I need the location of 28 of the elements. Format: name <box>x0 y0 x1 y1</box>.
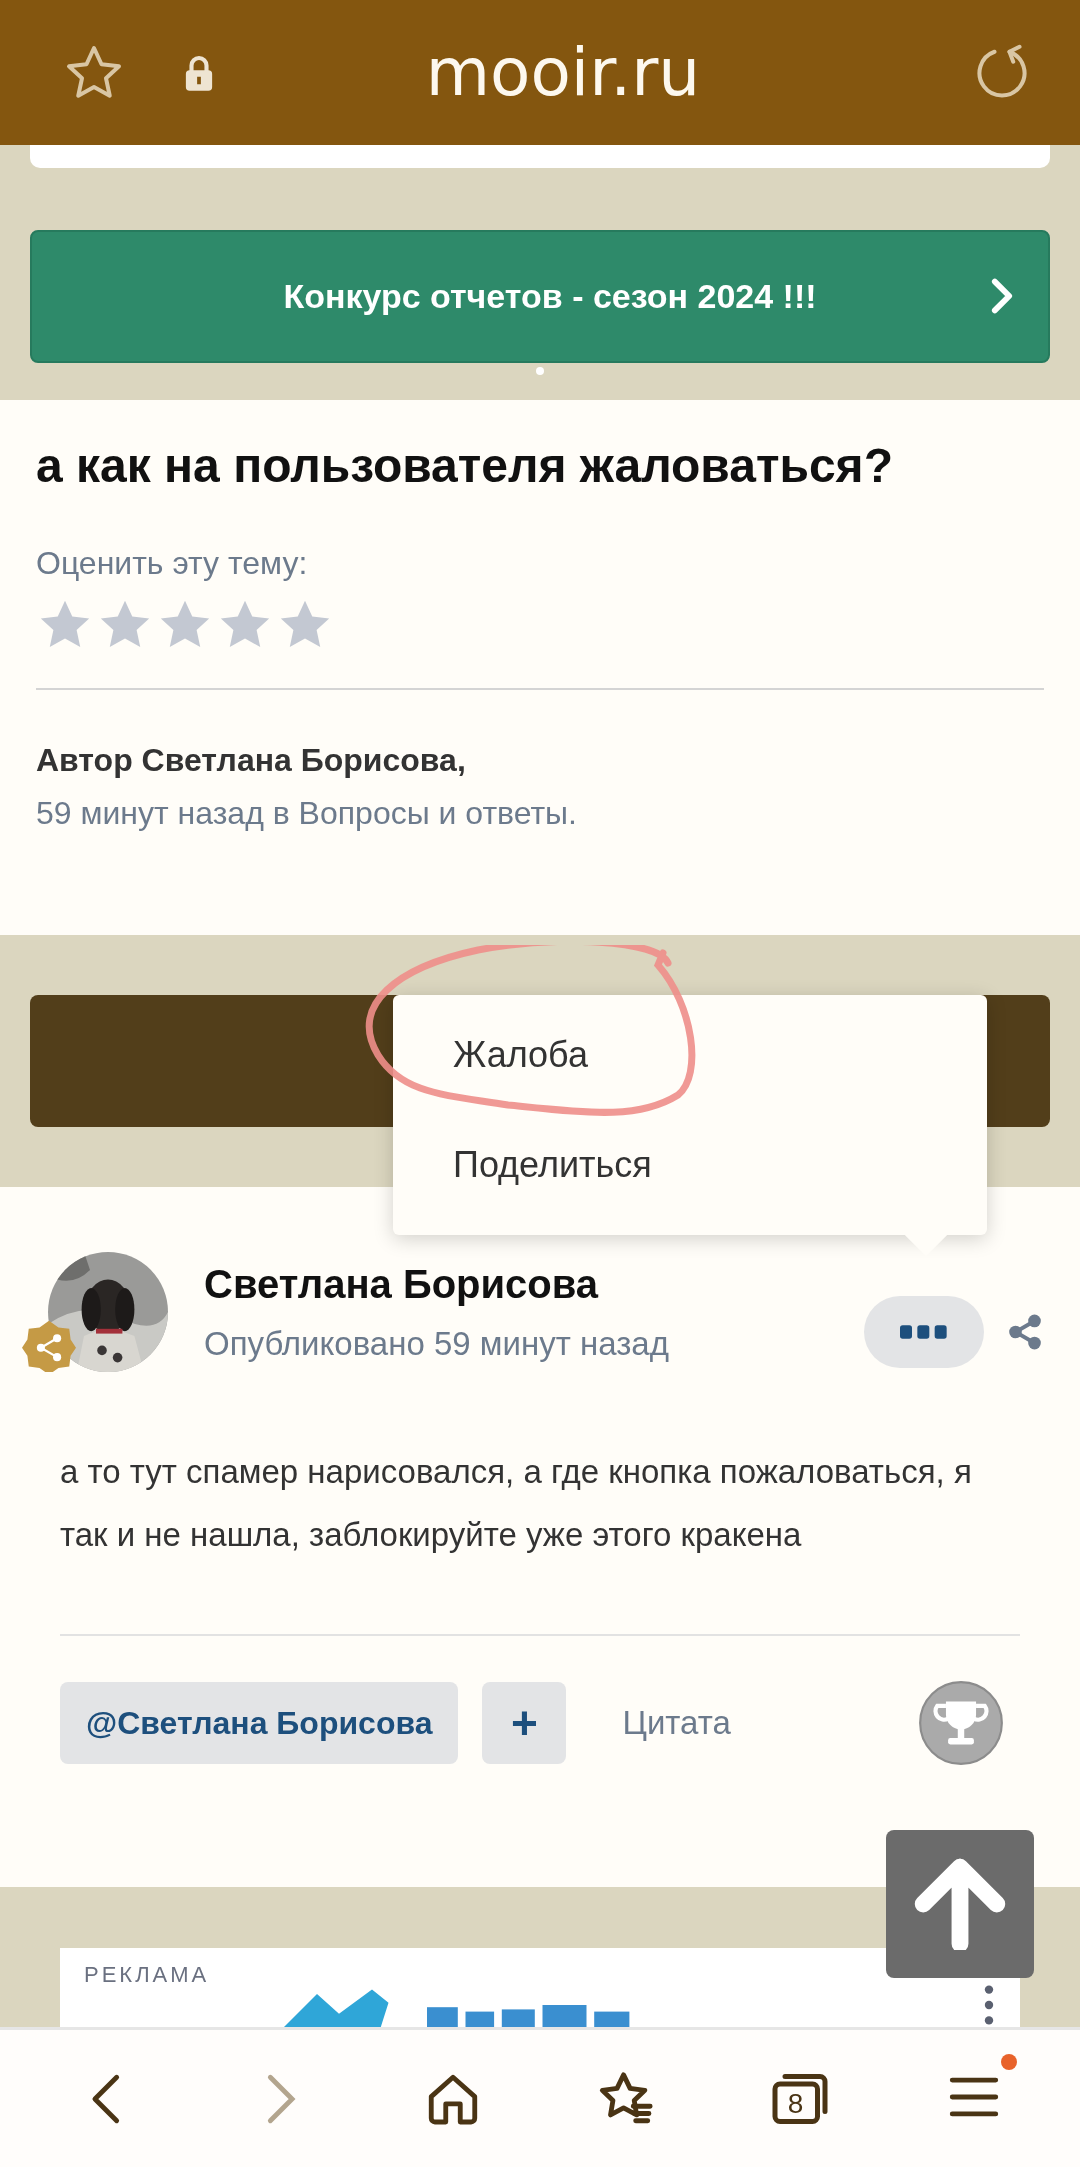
rating-label: Оценить эту тему: <box>36 545 309 583</box>
trophy-icon[interactable] <box>918 1680 1004 1766</box>
topic-meta: 59 минут назад в Вопросы и ответы. <box>36 795 578 833</box>
menu-item[interactable]: Поделиться <box>393 1115 987 1225</box>
plus-button[interactable]: + <box>482 1682 567 1764</box>
lock-icon <box>184 53 214 92</box>
badge-icon <box>22 1318 76 1372</box>
tabs-button[interactable]: 8 <box>769 2068 830 2129</box>
contest-banner[interactable]: Конкурс отчетов - сезон 2024 !!! <box>30 230 1050 363</box>
published-time: Опубликовано 59 минут назад <box>204 1324 670 1363</box>
pager-dot <box>536 367 544 375</box>
author-name[interactable]: Светлана Борисова <box>204 1261 864 1307</box>
post-text: а то тут спамер нарисовался, а где кнопка пожаловаться, я так и не нашла, заблокируйте уже этого кракена <box>60 1452 973 1555</box>
share-icon[interactable] <box>1006 1313 1044 1351</box>
topic-title: а как на пользователя жаловаться? <box>36 438 894 494</box>
ad-card[interactable]: РЕКЛАМА <box>60 1948 1020 2027</box>
menu-item[interactable]: Жалоба <box>393 1005 987 1115</box>
banner-text: Конкурс отчетов - сезон 2024 !!! <box>283 277 817 316</box>
chevron-right-icon <box>990 278 1014 314</box>
ellipsis-icon <box>900 1325 948 1339</box>
author-text: Автор Светлана Борисова, <box>36 742 467 780</box>
quote-link[interactable]: Цитата <box>622 1704 918 1742</box>
tab-count: 8 <box>786 2087 805 2120</box>
kebab-menu-icon[interactable] <box>984 1984 994 2026</box>
arrow-up-icon <box>914 1858 1006 1950</box>
url-text[interactable]: mooir.ru <box>214 34 912 111</box>
scroll-to-top-button[interactable] <box>886 1830 1034 1978</box>
mention-button[interactable]: @Светлана Борисова <box>60 1682 459 1764</box>
